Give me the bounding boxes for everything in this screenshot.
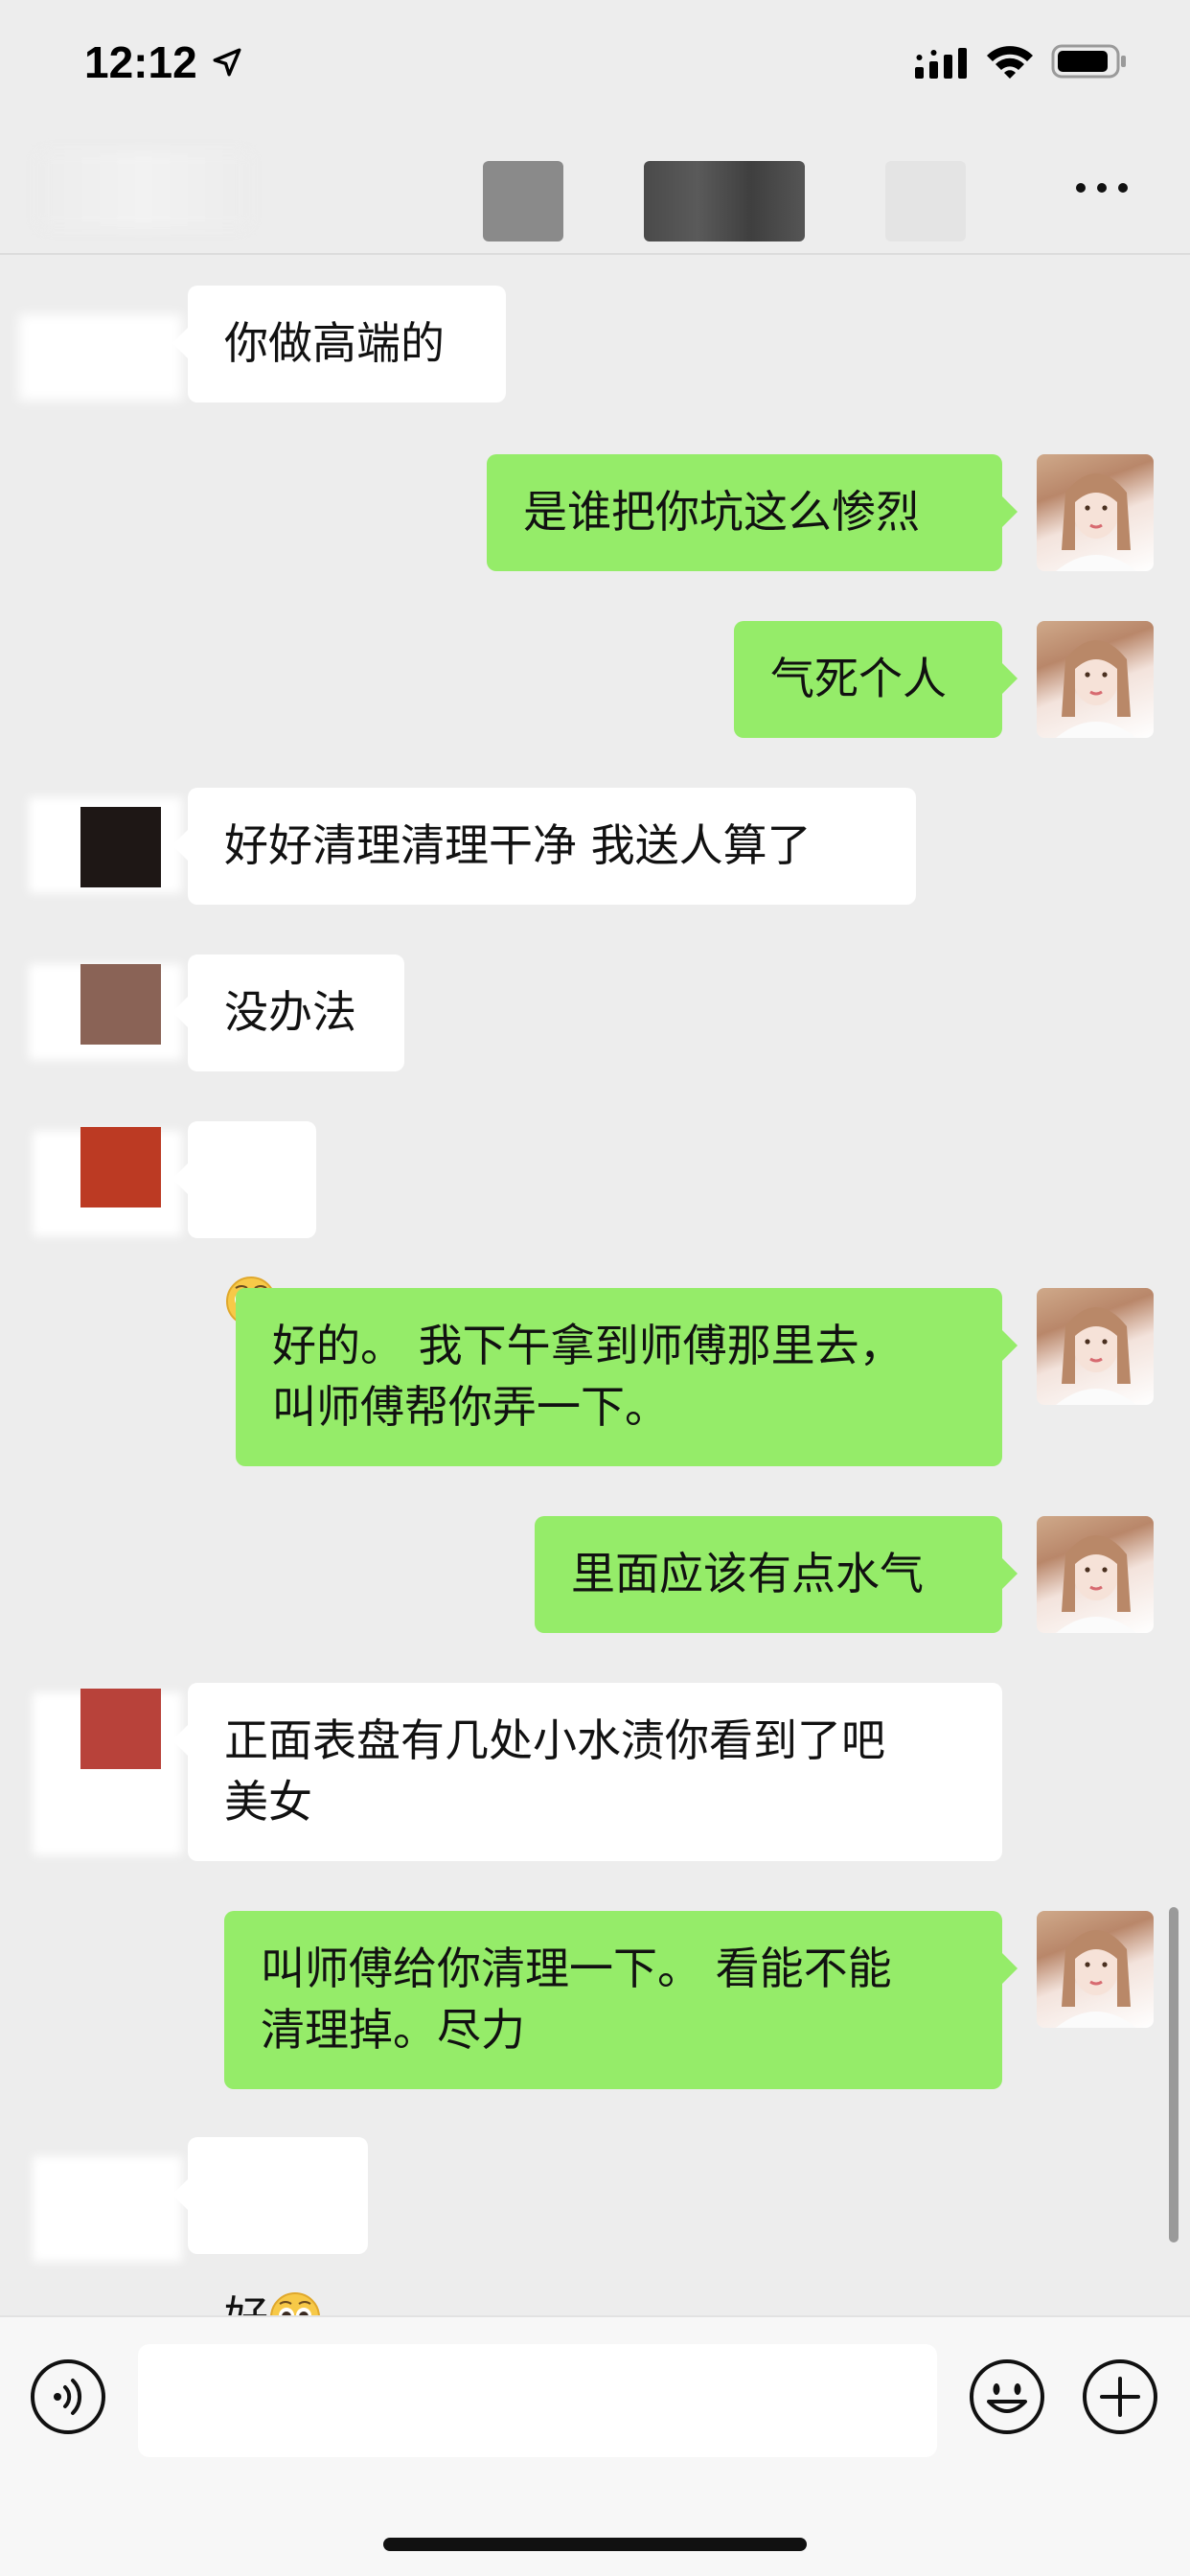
avatar[interactable]: [80, 1689, 161, 1769]
battery-icon: [1051, 44, 1126, 79]
message-bubble[interactable]: 叫师傅给你清理一下。 看能不能 清理掉。尽力: [224, 1911, 1018, 2089]
avatar[interactable]: [1037, 621, 1154, 738]
voice-input-icon[interactable]: [29, 2358, 107, 2436]
cellular-signal-icon: [915, 48, 967, 79]
message-bubble[interactable]: 好: [172, 2137, 368, 2343]
avatar[interactable]: [80, 964, 161, 1045]
avatar[interactable]: [19, 314, 182, 401]
avatar[interactable]: [33, 2156, 182, 2262]
status-bar: 12:12: [0, 0, 1190, 125]
wifi-icon: [987, 46, 1033, 79]
home-indicator: [383, 2538, 807, 2551]
message-bubble[interactable]: 是谁把你坑这么惨烈: [487, 454, 1018, 571]
user-avatar-icon: [1056, 1535, 1136, 1633]
message-bubble[interactable]: 正面表盘有几处小水渍你看到了吧 美女: [172, 1683, 1002, 1861]
message-bubble[interactable]: 没办法: [172, 954, 404, 1071]
avatar[interactable]: [80, 807, 161, 887]
message-list[interactable]: 你做高端的 是谁把你坑这么惨烈 气死个人 好好清理清理干净 我送人算了 没办法 …: [0, 257, 1190, 2343]
more-dots-icon[interactable]: [1073, 176, 1131, 199]
message-bubble[interactable]: 好的。 我下午拿到师傅那里去， 叫师傅帮你弄一下。: [236, 1288, 1018, 1466]
message-input[interactable]: [138, 2344, 937, 2457]
blurred-contact-name: [38, 151, 249, 228]
blurred-contact-name: [483, 161, 563, 242]
emoji-icon[interactable]: [968, 2358, 1046, 2436]
message-bubble[interactable]: 好好清理清理干净 我送人算了: [172, 788, 916, 905]
blurred-contact-name: [644, 161, 805, 242]
user-avatar-icon: [1056, 1930, 1136, 2028]
scrollbar[interactable]: [1169, 1907, 1179, 2242]
blurred-contact-name: [885, 161, 966, 242]
message-bubble[interactable]: 你做高端的: [172, 286, 506, 402]
avatar[interactable]: [1037, 1288, 1154, 1405]
avatar[interactable]: [1037, 454, 1154, 571]
chat-header: [0, 125, 1190, 255]
avatar[interactable]: [1037, 1911, 1154, 2028]
avatar[interactable]: [80, 1127, 161, 1208]
status-time: 12:12: [84, 37, 197, 87]
user-avatar-icon: [1056, 1307, 1136, 1405]
input-bar: [0, 2315, 1190, 2576]
message-bubble[interactable]: [172, 1121, 316, 1326]
location-arrow-icon: [213, 48, 241, 77]
avatar[interactable]: [1037, 1516, 1154, 1633]
user-avatar-icon: [1056, 640, 1136, 738]
message-bubble[interactable]: 里面应该有点水气: [535, 1516, 1018, 1633]
plus-icon[interactable]: [1081, 2358, 1159, 2436]
user-avatar-icon: [1056, 473, 1136, 571]
message-bubble[interactable]: 气死个人: [734, 621, 1018, 738]
